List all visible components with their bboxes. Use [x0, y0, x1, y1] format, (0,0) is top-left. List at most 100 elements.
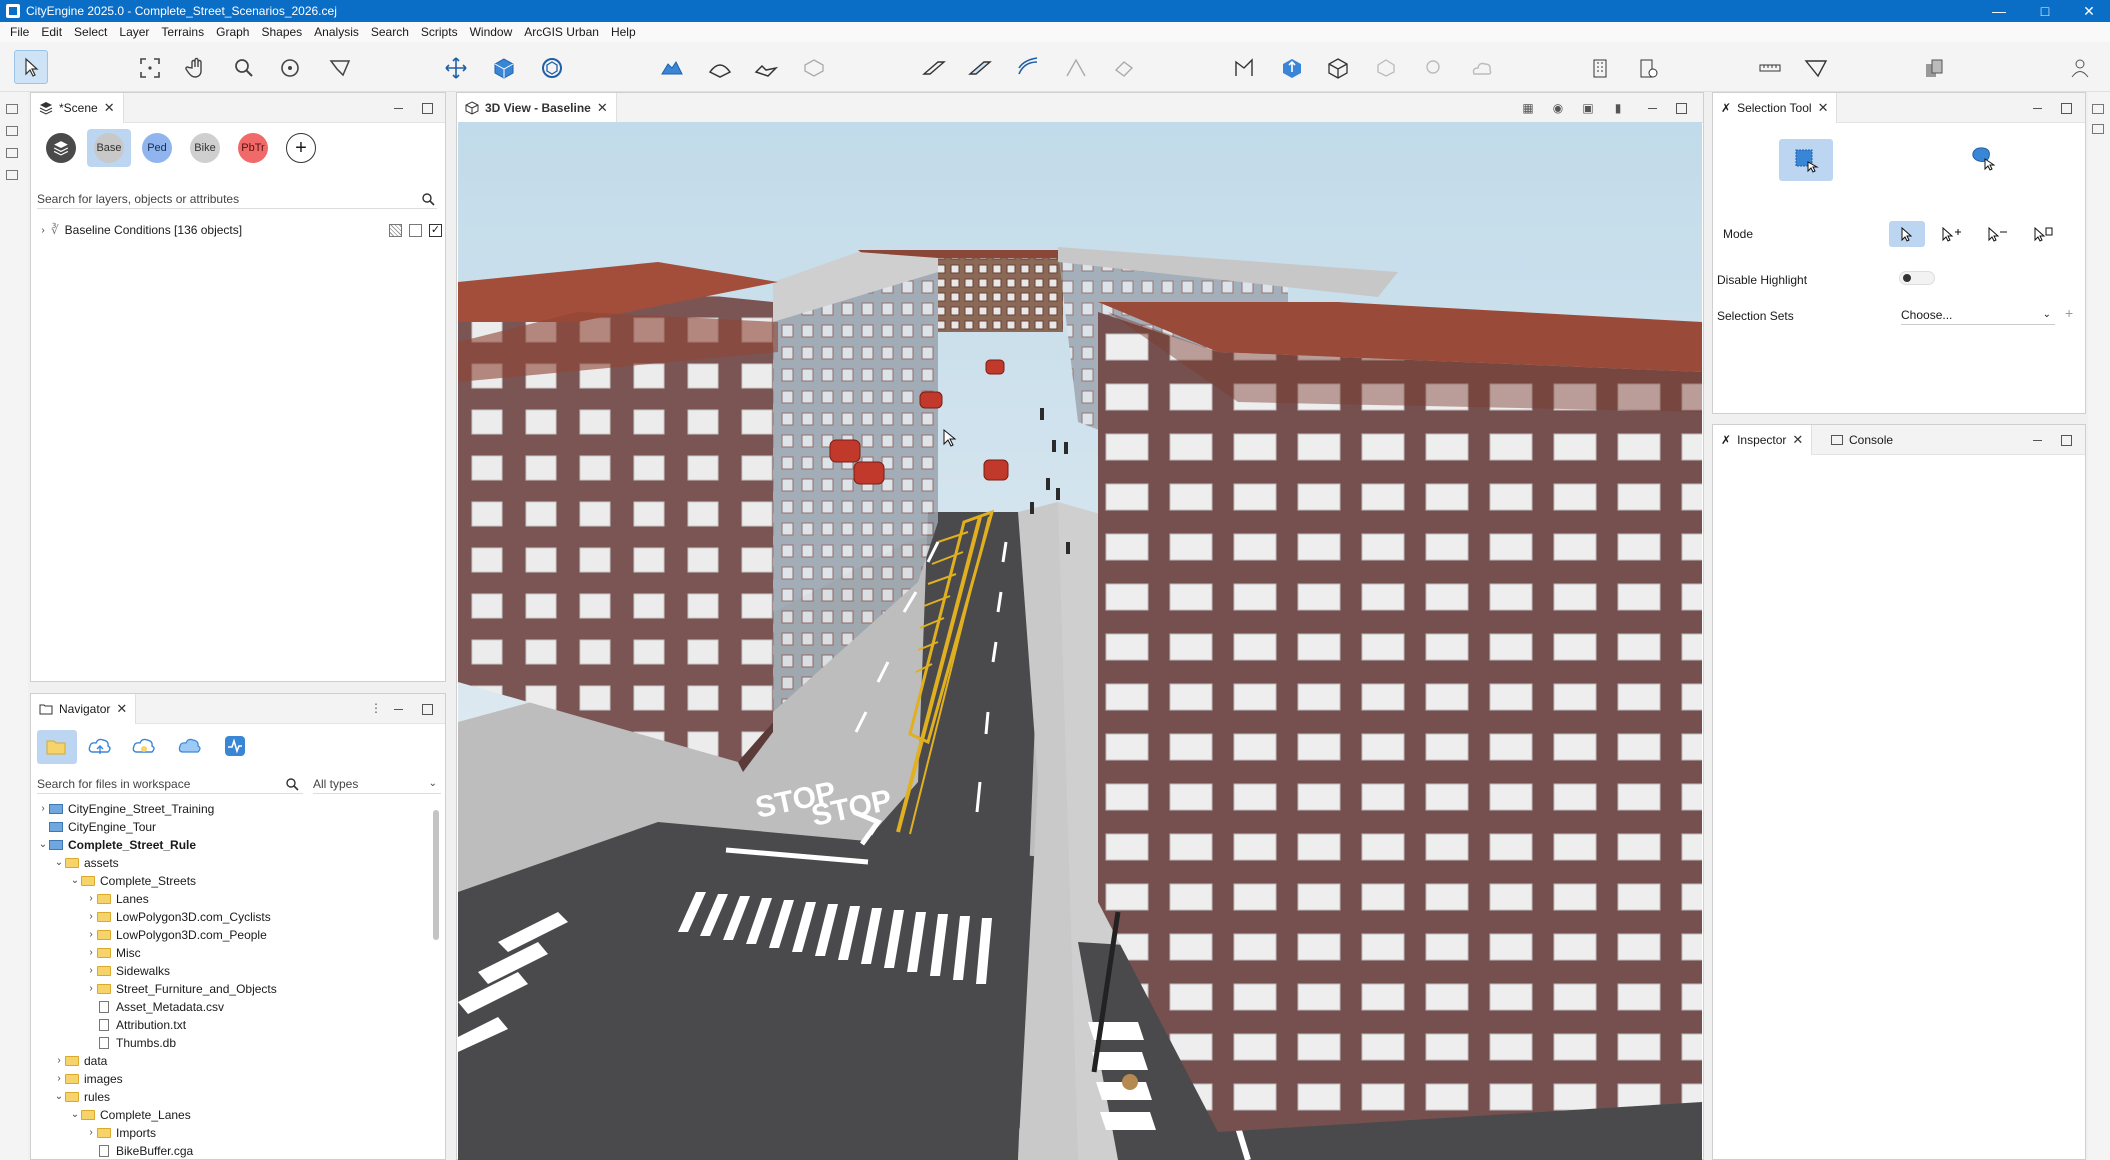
menu-select[interactable]: Select [68, 25, 113, 39]
tree-item[interactable]: › Street_Furniture_and_Objects [37, 980, 427, 998]
menu-scripts[interactable]: Scripts [415, 25, 464, 39]
layer-ped-button[interactable]: Ped [135, 129, 179, 167]
tab-inspector[interactable]: ✗ Inspector ✕ [1713, 425, 1813, 455]
orbit-tool-button[interactable] [276, 54, 304, 82]
minimize-panel-button[interactable] [392, 702, 406, 716]
cloud-button[interactable] [177, 734, 205, 762]
minimize-window-button[interactable]: — [1976, 0, 2022, 22]
menu-window[interactable]: Window [464, 25, 519, 39]
menu-file[interactable]: File [4, 25, 35, 39]
layer-row-baseline[interactable]: › ∛ Baseline Conditions [136 objects] ✓ [37, 221, 442, 239]
view-menu-icon[interactable]: ⋮ [369, 701, 383, 715]
tree-item[interactable]: Attribution.txt [37, 1016, 427, 1034]
tree-item[interactable]: ⌄ Complete_Streets [37, 872, 427, 890]
street-tool-3-button[interactable] [1014, 54, 1042, 82]
tree-item[interactable]: › LowPolygon3D.com_People [37, 926, 427, 944]
pan-tool-button[interactable] [182, 54, 210, 82]
chevron-right-icon[interactable]: › [85, 1124, 97, 1142]
terrain-tool-2-button[interactable] [706, 54, 734, 82]
menu-edit[interactable]: Edit [35, 25, 68, 39]
zoom-tool-button[interactable] [230, 54, 258, 82]
close-icon[interactable]: ✕ [104, 100, 115, 116]
maximize-panel-button[interactable] [420, 101, 434, 115]
hatch-toggle-icon[interactable] [389, 223, 402, 237]
visibility-checkbox[interactable]: ✓ [429, 223, 442, 237]
user-account-button[interactable] [2066, 54, 2094, 82]
tree-scrollbar[interactable] [433, 810, 439, 940]
tree-item[interactable]: ⌄ rules [37, 1088, 427, 1106]
add-selection-set-button[interactable]: + [2065, 305, 2073, 321]
maximize-window-button[interactable]: □ [2022, 0, 2068, 22]
minimize-panel-button[interactable] [2031, 433, 2045, 447]
file-type-select[interactable]: All types ⌄ [313, 774, 441, 794]
analysis-tool-2-button[interactable] [1634, 54, 1662, 82]
terrain-tool-3-button[interactable] [752, 54, 780, 82]
selection-sets-select[interactable]: Choose... ⌄ [1901, 305, 2055, 325]
maximize-panel-button[interactable] [2059, 433, 2073, 447]
close-icon[interactable]: ✕ [1792, 432, 1803, 448]
close-icon[interactable]: ✕ [116, 701, 127, 717]
expand-chevron-icon[interactable]: › [37, 225, 49, 236]
polygon-tool-button[interactable] [326, 54, 354, 82]
chevron-right-icon[interactable]: › [37, 800, 49, 818]
lasso-selection-button[interactable] [1969, 145, 1999, 175]
close-window-button[interactable]: ✕ [2066, 0, 2110, 22]
tree-item[interactable]: Asset_Metadata.csv [37, 998, 427, 1016]
mode-remove-button[interactable] [1981, 221, 2013, 247]
tree-item[interactable]: › CityEngine_Street_Training [37, 800, 427, 818]
menu-search[interactable]: Search [365, 25, 415, 39]
tree-item[interactable]: CityEngine_Tour [37, 818, 427, 836]
shape-tool-3-button[interactable] [1324, 54, 1352, 82]
bookmark-icon[interactable]: ▮ [1611, 101, 1625, 115]
street-tool-4-button[interactable] [1062, 54, 1090, 82]
chevron-right-icon[interactable]: › [85, 962, 97, 980]
chevron-right-icon[interactable]: › [85, 926, 97, 944]
tree-item[interactable]: › data [37, 1052, 427, 1070]
tab-console[interactable]: Console [1823, 425, 1901, 455]
tree-item[interactable]: ⌄ Complete_Lanes [37, 1106, 427, 1124]
rotate-tool-button[interactable] [538, 54, 566, 82]
tree-item[interactable]: › Imports [37, 1124, 427, 1142]
frame-tool-button[interactable] [136, 54, 164, 82]
shape-tool-6-button[interactable] [1468, 54, 1496, 82]
layer-pbtr-button[interactable]: PbTr [231, 129, 275, 167]
street-tool-5-button[interactable] [1110, 54, 1138, 82]
street-tool-1-button[interactable] [920, 54, 948, 82]
maximize-panel-button[interactable] [1674, 101, 1688, 115]
chevron-down-icon[interactable]: ⌄ [53, 854, 65, 872]
move-tool-button[interactable] [442, 54, 470, 82]
menu-layer[interactable]: Layer [113, 25, 155, 39]
menu-terrains[interactable]: Terrains [155, 25, 210, 39]
analysis-tool-1-button[interactable] [1586, 54, 1614, 82]
add-layer-button[interactable]: + [279, 129, 323, 167]
tree-item[interactable]: › Sidewalks [37, 962, 427, 980]
shape-tool-1-button[interactable] [1230, 54, 1258, 82]
minimize-panel-button[interactable] [392, 101, 406, 115]
tree-item[interactable]: Thumbs.db [37, 1034, 427, 1052]
chevron-down-icon[interactable]: ⌄ [37, 836, 49, 854]
minimized-view-icon[interactable] [6, 104, 18, 114]
chevron-right-icon[interactable]: › [85, 890, 97, 908]
chevron-down-icon[interactable]: ⌄ [69, 872, 81, 890]
tab-scene[interactable]: *Scene ✕ [31, 93, 124, 123]
menu-analysis[interactable]: Analysis [308, 25, 365, 39]
minimized-view-icon[interactable] [2092, 104, 2104, 114]
menu-shapes[interactable]: Shapes [255, 25, 308, 39]
camera-snapshot-icon[interactable]: ▣ [1581, 101, 1595, 115]
select-tool-button[interactable] [14, 50, 48, 84]
measure-tool-button[interactable] [1756, 54, 1784, 82]
shape-tool-5-button[interactable] [1420, 54, 1448, 82]
tab-3d-view[interactable]: 3D View - Baseline ✕ [457, 93, 617, 123]
analytics-button[interactable] [223, 734, 251, 762]
rectangle-selection-button[interactable] [1779, 139, 1833, 181]
shape-tool-2-button[interactable] [1278, 54, 1306, 82]
terrain-tool-1-button[interactable] [658, 54, 686, 82]
city-scene-render[interactable]: STOP STOP [458, 122, 1702, 1160]
menu-graph[interactable]: Graph [210, 25, 255, 39]
mode-replace-button[interactable] [1889, 221, 1925, 247]
maximize-panel-button[interactable] [420, 702, 434, 716]
tree-item[interactable]: › Lanes [37, 890, 427, 908]
close-icon[interactable]: ✕ [1818, 100, 1829, 116]
chevron-down-icon[interactable]: ⌄ [53, 1088, 65, 1106]
menu-help[interactable]: Help [605, 25, 642, 39]
